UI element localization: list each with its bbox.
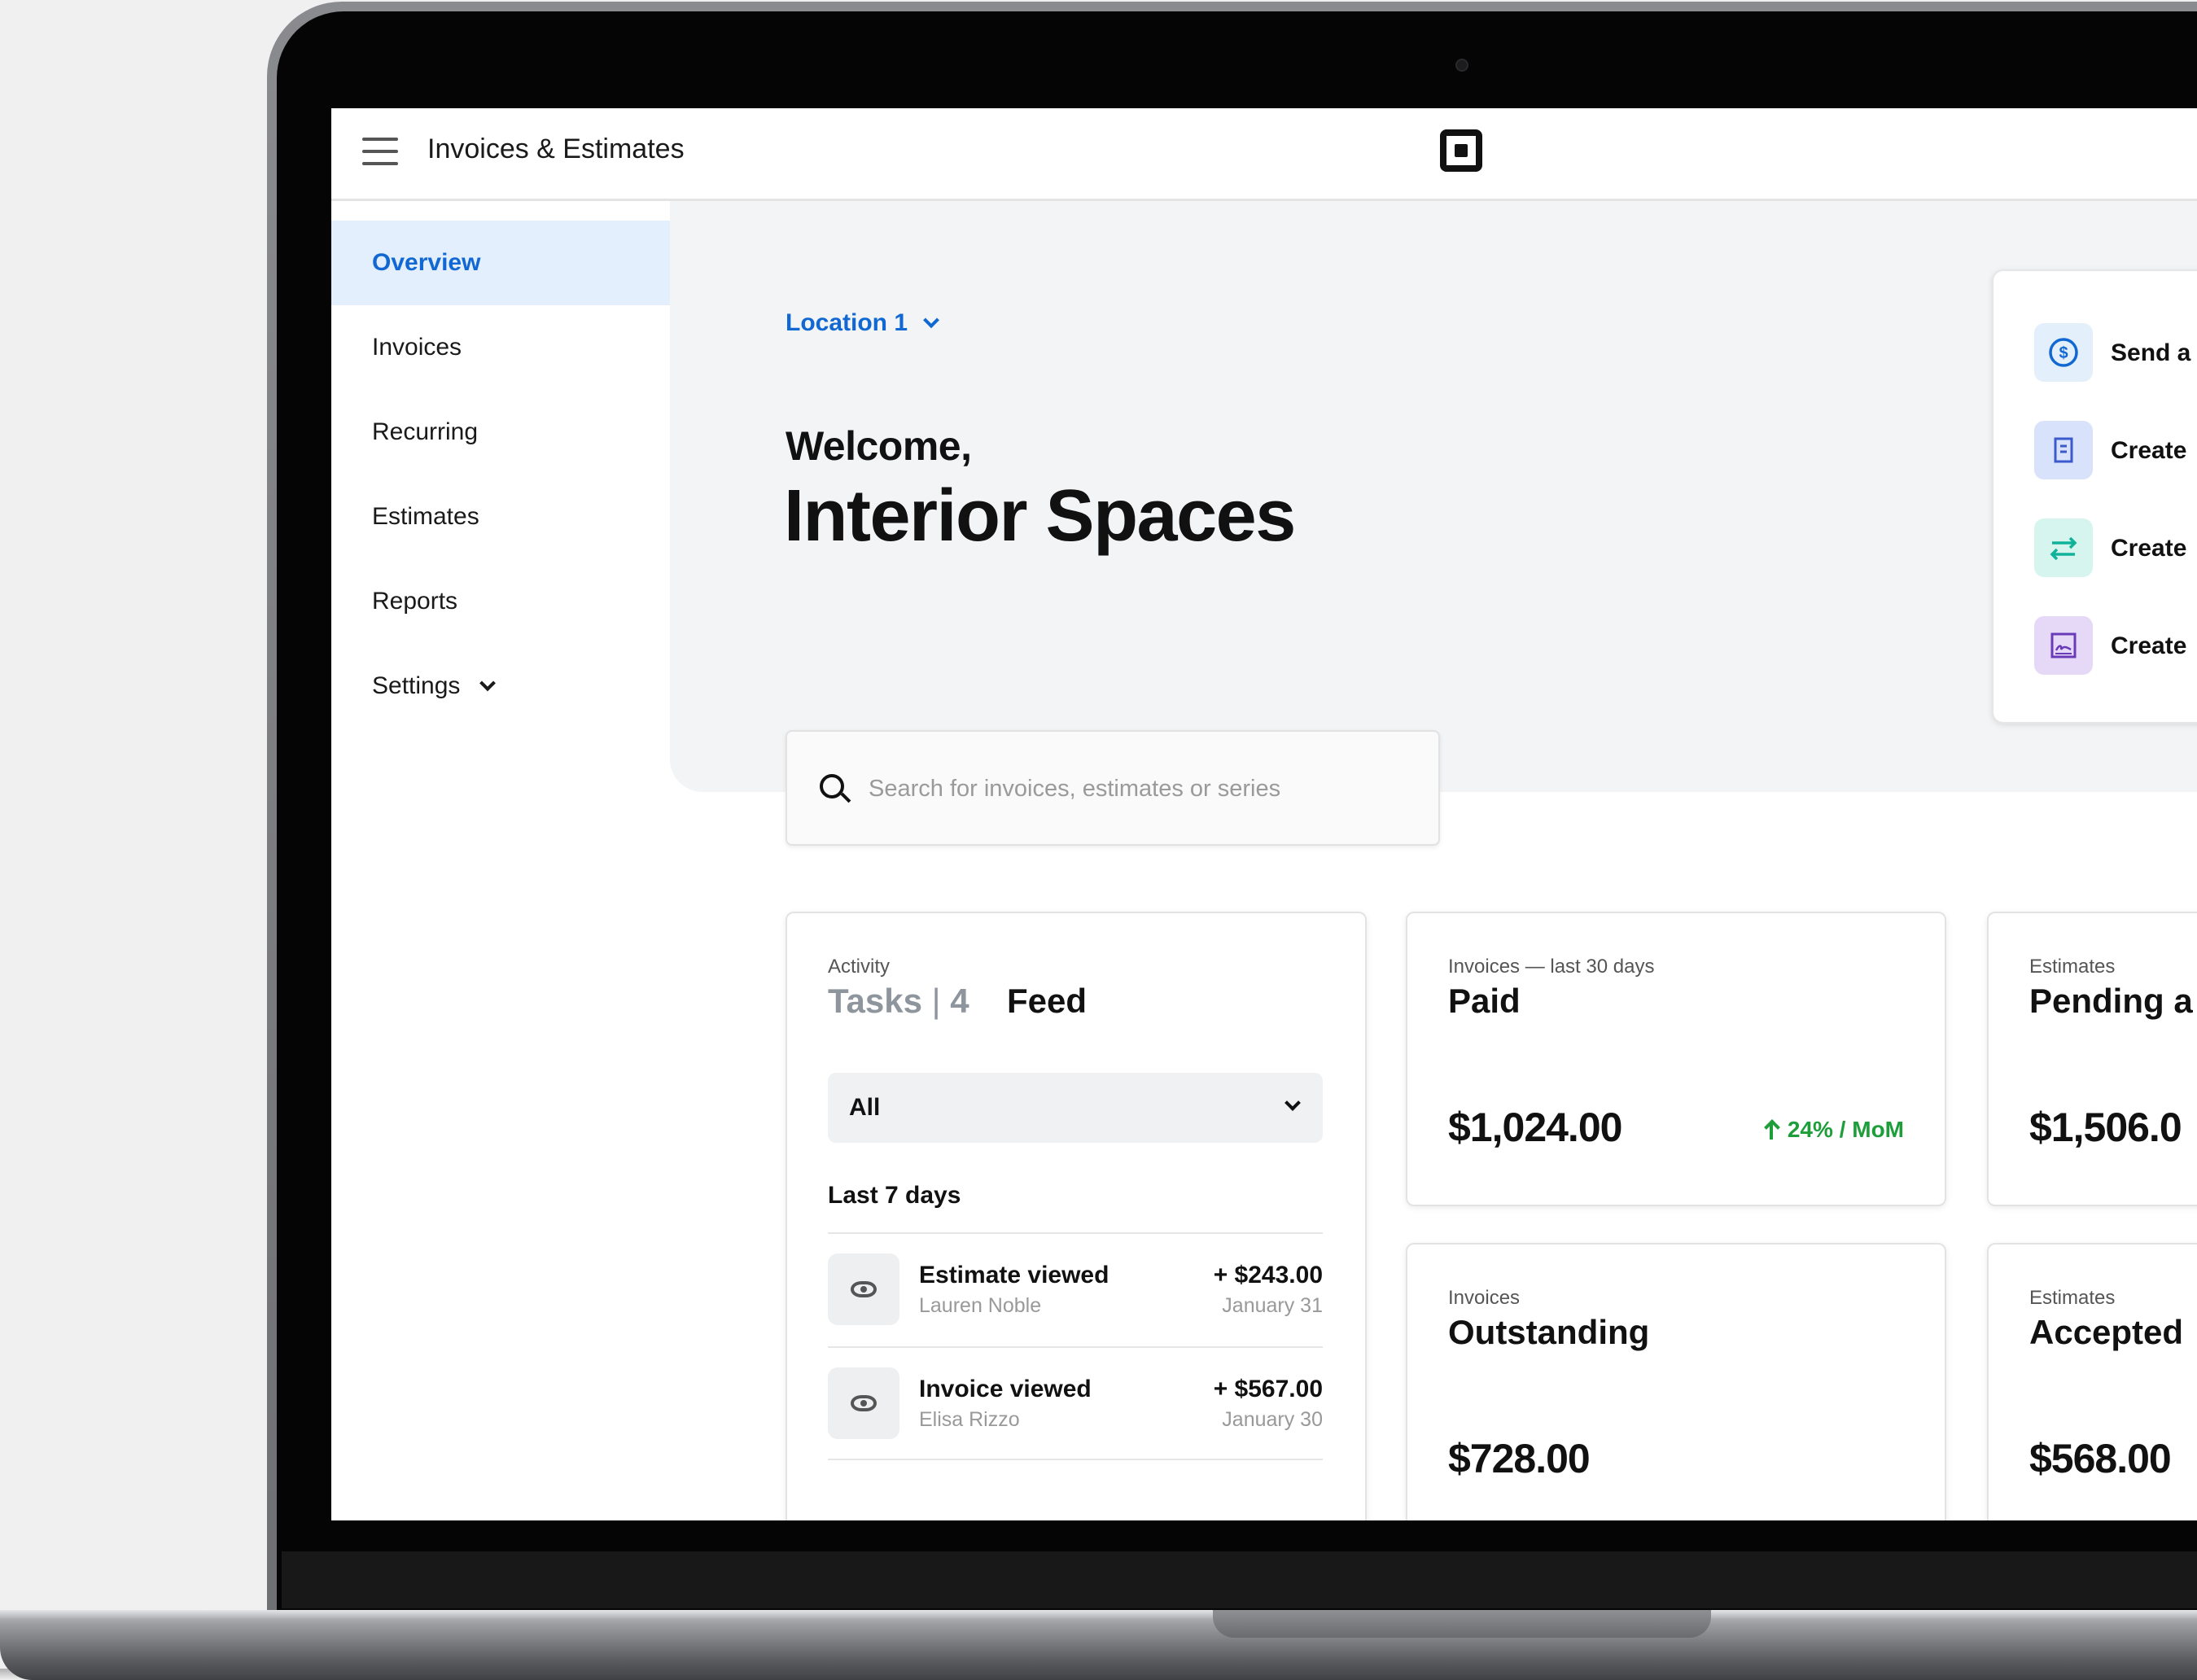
feed-amount: + $567.00 <box>1213 1376 1323 1402</box>
swap-arrows-icon <box>2034 518 2093 577</box>
list-item[interactable]: Invoice viewed Elisa Rizzo + $567.00 Jan… <box>828 1346 1323 1460</box>
document-icon <box>2034 421 2093 479</box>
sidebar-item-label: Settings <box>372 672 461 699</box>
outstanding-card[interactable]: Invoices Outstanding $728.00 <box>1406 1243 1946 1520</box>
accepted-card[interactable]: Estimates Accepted $568.00 <box>1987 1243 2197 1520</box>
card-title: Pending a <box>2029 982 2193 1020</box>
laptop-base-edge <box>0 1610 2197 1618</box>
sidebar-item-invoices[interactable]: Invoices <box>331 305 670 390</box>
card-amount: $1,024.00 <box>1448 1105 1622 1150</box>
square-logo-icon[interactable] <box>1440 129 1482 172</box>
chevron-down-icon <box>1285 1095 1301 1111</box>
sidebar-item-settings[interactable]: Settings <box>331 644 670 728</box>
feed-customer: Lauren Noble <box>919 1294 1042 1317</box>
sidebar-item-label: Estimates <box>372 503 479 530</box>
card-overline: Estimates <box>2029 1287 2116 1309</box>
card-title: Outstanding <box>1448 1313 1650 1351</box>
sidebar-item-estimates[interactable]: Estimates <box>331 475 670 559</box>
app-screen: Invoices & Estimates Overview Invoices R… <box>331 108 2197 1520</box>
tab-feed[interactable]: Feed <box>1007 982 1087 1021</box>
card-overline: Invoices <box>1448 1287 1521 1309</box>
feed-date: January 30 <box>1222 1408 1323 1431</box>
location-dropdown[interactable]: Location 1 <box>786 309 940 337</box>
trend-indicator: 24% / MoM <box>1765 1117 1904 1143</box>
tab-tasks[interactable]: Tasks | 4 <box>828 982 969 1021</box>
feed-title: Invoice viewed <box>919 1376 1092 1402</box>
quick-action-label: Create <box>2111 437 2187 464</box>
feed-customer: Elisa Rizzo <box>919 1408 1020 1431</box>
laptop-shadow <box>0 1669 2197 1680</box>
search-box <box>786 730 1440 846</box>
tasks-count: 4 <box>950 982 969 1020</box>
pending-card[interactable]: Estimates Pending a $1,506.0 <box>1987 912 2197 1206</box>
card-title: Paid <box>1448 982 1521 1020</box>
eye-icon <box>828 1367 899 1439</box>
bezel-bottom <box>282 1551 2197 1608</box>
card-amount: $568.00 <box>2029 1436 2172 1481</box>
sidebar-item-reports[interactable]: Reports <box>331 559 670 644</box>
feed-date: January 31 <box>1222 1294 1323 1317</box>
sidebar-item-label: Reports <box>372 588 458 615</box>
activity-filter-select[interactable]: All <box>828 1073 1323 1143</box>
feed-title: Estimate viewed <box>919 1262 1109 1288</box>
chevron-down-icon <box>479 675 496 692</box>
search-icon <box>820 774 844 798</box>
svg-text:$: $ <box>2059 344 2068 362</box>
menu-icon[interactable] <box>362 138 398 165</box>
quick-action-label: Create <box>2111 632 2187 659</box>
card-amount: $1,506.0 <box>2029 1105 2182 1150</box>
card-overline: Estimates <box>2029 956 2116 978</box>
card-overline: Invoices — last 30 days <box>1448 956 1655 978</box>
activity-card: Activity Tasks | 4 Feed All Last 7 days … <box>786 912 1367 1520</box>
chevron-down-icon <box>923 312 940 329</box>
business-name: Interior Spaces <box>784 475 1296 557</box>
list-item[interactable]: Estimate viewed Lauren Noble + $243.00 J… <box>828 1232 1323 1346</box>
card-overline: Activity <box>828 956 891 978</box>
filter-value: All <box>849 1094 881 1121</box>
sidebar-item-label: Invoices <box>372 334 462 361</box>
eye-icon <box>828 1253 899 1325</box>
location-label: Location 1 <box>786 309 908 336</box>
welcome-text: Welcome, <box>786 423 972 469</box>
sidebar: Overview Invoices Recurring Estimates Re… <box>331 201 670 1520</box>
arrow-up-icon <box>1765 1120 1778 1140</box>
app-title: Invoices & Estimates <box>427 133 685 164</box>
quick-action-create-estimate[interactable]: Create <box>2034 616 2197 675</box>
sidebar-item-recurring[interactable]: Recurring <box>331 390 670 475</box>
sidebar-item-label: Overview <box>372 249 481 276</box>
card-amount: $728.00 <box>1448 1436 1591 1481</box>
quick-actions-card: $ Send a Create Create Create <box>1992 269 2197 724</box>
paid-card[interactable]: Invoices — last 30 days Paid $1,024.00 2… <box>1406 912 1946 1206</box>
signature-icon <box>2034 616 2093 675</box>
section-heading: Last 7 days <box>828 1182 961 1209</box>
feed-amount: + $243.00 <box>1213 1262 1323 1288</box>
dollar-circle-icon: $ <box>2034 323 2093 382</box>
top-bar: Invoices & Estimates <box>331 108 2197 201</box>
quick-action-send[interactable]: $ Send a <box>2034 323 2197 382</box>
tab-label: Tasks <box>828 982 922 1020</box>
card-title: Accepted <box>2029 1313 2184 1351</box>
sidebar-item-overview[interactable]: Overview <box>331 221 670 305</box>
search-input[interactable] <box>869 764 1406 813</box>
trend-value: 24% / MoM <box>1787 1117 1904 1142</box>
sidebar-item-label: Recurring <box>372 418 479 445</box>
laptop-hinge-notch <box>1213 1610 1711 1638</box>
quick-action-create-invoice[interactable]: Create <box>2034 421 2197 479</box>
quick-action-create-recurring[interactable]: Create <box>2034 518 2197 577</box>
tab-separator: | <box>931 982 941 1020</box>
camera-icon <box>1455 59 1468 72</box>
quick-action-label: Create <box>2111 535 2187 562</box>
quick-action-label: Send a <box>2111 339 2191 366</box>
